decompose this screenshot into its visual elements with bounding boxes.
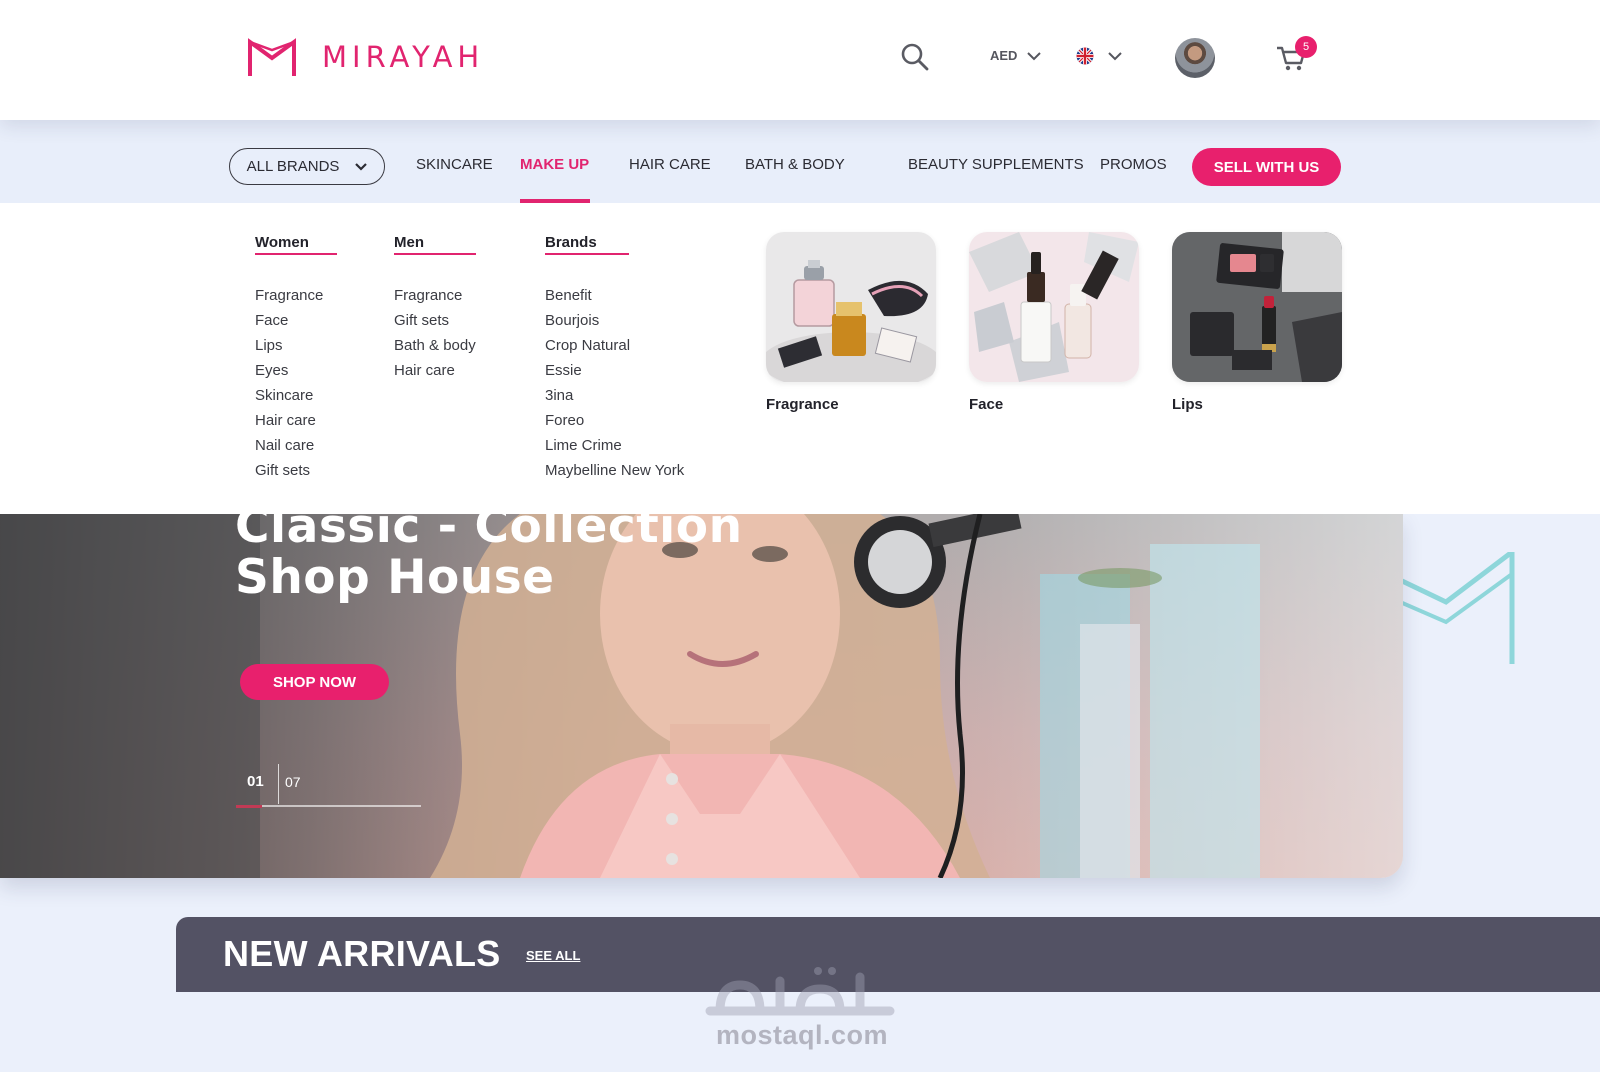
chevron-down-icon bbox=[1027, 51, 1042, 60]
hero-title-line-1: Classic - Collection bbox=[235, 514, 743, 554]
user-avatar[interactable] bbox=[1175, 38, 1215, 78]
menu-link[interactable]: 3ina bbox=[545, 383, 684, 408]
chevron-down-icon bbox=[355, 162, 368, 171]
cart-count-badge: 5 bbox=[1295, 36, 1317, 58]
slide-current-index: 01 bbox=[247, 773, 264, 790]
see-all-link[interactable]: SEE ALL bbox=[526, 948, 580, 963]
slide-divider bbox=[278, 764, 279, 804]
card-label-fragrance: Fragrance bbox=[766, 396, 839, 413]
nav-item-beauty-supplements[interactable]: BEAUTY SUPPLEMENTS bbox=[908, 156, 1084, 173]
nav-item-skincare[interactable]: SKINCARE bbox=[416, 156, 493, 173]
menu-heading-brands: Brands bbox=[545, 234, 597, 251]
currency-label: AED bbox=[990, 48, 1018, 63]
sell-with-us-button[interactable]: SELL WITH US bbox=[1192, 148, 1341, 186]
card-label-lips: Lips bbox=[1172, 396, 1203, 413]
menu-list-brands: Benefit Bourjois Crop Natural Essie 3ina… bbox=[545, 283, 684, 483]
menu-heading-rule bbox=[255, 253, 337, 255]
category-card-face[interactable]: Face bbox=[969, 232, 1139, 413]
menu-link[interactable]: Foreo bbox=[545, 408, 684, 433]
slide-total-count: 07 bbox=[285, 774, 301, 790]
hero-title: Classic - Collection Shop House bbox=[235, 514, 743, 603]
menu-column-men: Men Fragrance Gift sets Bath & body Hair… bbox=[394, 234, 476, 383]
slide-progress-track[interactable] bbox=[236, 805, 421, 807]
uk-flag-icon bbox=[1076, 47, 1094, 65]
slide-progress-fill bbox=[236, 805, 262, 808]
watermark-logo-icon bbox=[705, 967, 895, 1016]
menu-column-women: Women Fragrance Face Lips Eyes Skincare … bbox=[255, 234, 337, 483]
menu-link[interactable]: Fragrance bbox=[255, 283, 337, 308]
watermark-text: mostaql.com bbox=[715, 1020, 889, 1050]
menu-link[interactable]: Hair care bbox=[394, 358, 476, 383]
menu-heading-women: Women bbox=[255, 234, 309, 251]
face-image bbox=[969, 232, 1139, 382]
currency-selector[interactable]: AED bbox=[990, 48, 1042, 63]
nav-item-make-up[interactable]: MAKE UP bbox=[520, 156, 589, 173]
menu-link[interactable]: Nail care bbox=[255, 433, 337, 458]
brand-name: MIRAYAH bbox=[322, 40, 485, 74]
new-arrivals-title: NEW ARRIVALS bbox=[223, 933, 501, 974]
menu-list-women: Fragrance Face Lips Eyes Skincare Hair c… bbox=[255, 283, 337, 483]
nav-item-hair-care[interactable]: HAIR CARE bbox=[629, 156, 711, 173]
nav-item-promos[interactable]: PROMOS bbox=[1100, 156, 1167, 173]
chevron-down-icon bbox=[1108, 52, 1122, 61]
mega-menu: Women Fragrance Face Lips Eyes Skincare … bbox=[0, 203, 1600, 514]
menu-link[interactable]: Hair care bbox=[255, 408, 337, 433]
hero-banner: Classic - Collection Shop House SHOP NOW… bbox=[0, 514, 1403, 878]
category-card-lips[interactable]: Lips bbox=[1172, 232, 1342, 413]
menu-link[interactable]: Bourjois bbox=[545, 308, 684, 333]
shop-now-button[interactable]: SHOP NOW bbox=[240, 664, 389, 700]
menu-heading-rule bbox=[394, 253, 476, 255]
site-header: MIRAYAH AED 5 bbox=[0, 0, 1600, 120]
language-selector[interactable] bbox=[1076, 47, 1122, 65]
hero-title-line-2: Shop House bbox=[235, 550, 555, 605]
menu-link[interactable]: Maybelline New York bbox=[545, 458, 684, 483]
fragrance-image bbox=[761, 232, 941, 392]
menu-link[interactable]: Skincare bbox=[255, 383, 337, 408]
menu-link[interactable]: Lime Crime bbox=[545, 433, 684, 458]
brand-logo[interactable]: MIRAYAH bbox=[247, 36, 484, 78]
menu-link[interactable]: Gift sets bbox=[394, 308, 476, 333]
mirayah-m-logo-icon bbox=[248, 38, 296, 76]
category-nav: ALL BRANDS SKINCARE MAKE UP HAIR CARE BA… bbox=[0, 120, 1600, 203]
menu-link[interactable]: Fragrance bbox=[394, 283, 476, 308]
menu-heading-rule bbox=[545, 253, 629, 255]
menu-link[interactable]: Eyes bbox=[255, 358, 337, 383]
menu-link[interactable]: Bath & body bbox=[394, 333, 476, 358]
nav-item-bath-body[interactable]: BATH & BODY bbox=[745, 156, 845, 173]
menu-link[interactable]: Benefit bbox=[545, 283, 684, 308]
menu-link[interactable]: Face bbox=[255, 308, 337, 333]
lips-image bbox=[1172, 232, 1342, 382]
decorative-m-logo-icon bbox=[1400, 552, 1515, 664]
all-brands-label: ALL BRANDS bbox=[246, 158, 340, 175]
all-brands-dropdown[interactable]: ALL BRANDS bbox=[229, 148, 385, 185]
search-icon[interactable] bbox=[900, 42, 930, 72]
card-label-face: Face bbox=[969, 396, 1004, 413]
menu-column-brands: Brands Benefit Bourjois Crop Natural Ess… bbox=[545, 234, 684, 483]
menu-link[interactable]: Lips bbox=[255, 333, 337, 358]
category-card-fragrance[interactable]: Fragrance bbox=[761, 232, 941, 413]
menu-link[interactable]: Gift sets bbox=[255, 458, 337, 483]
menu-list-men: Fragrance Gift sets Bath & body Hair car… bbox=[394, 283, 476, 383]
menu-heading-men: Men bbox=[394, 234, 424, 251]
menu-link[interactable]: Crop Natural bbox=[545, 333, 684, 358]
menu-link[interactable]: Essie bbox=[545, 358, 684, 383]
